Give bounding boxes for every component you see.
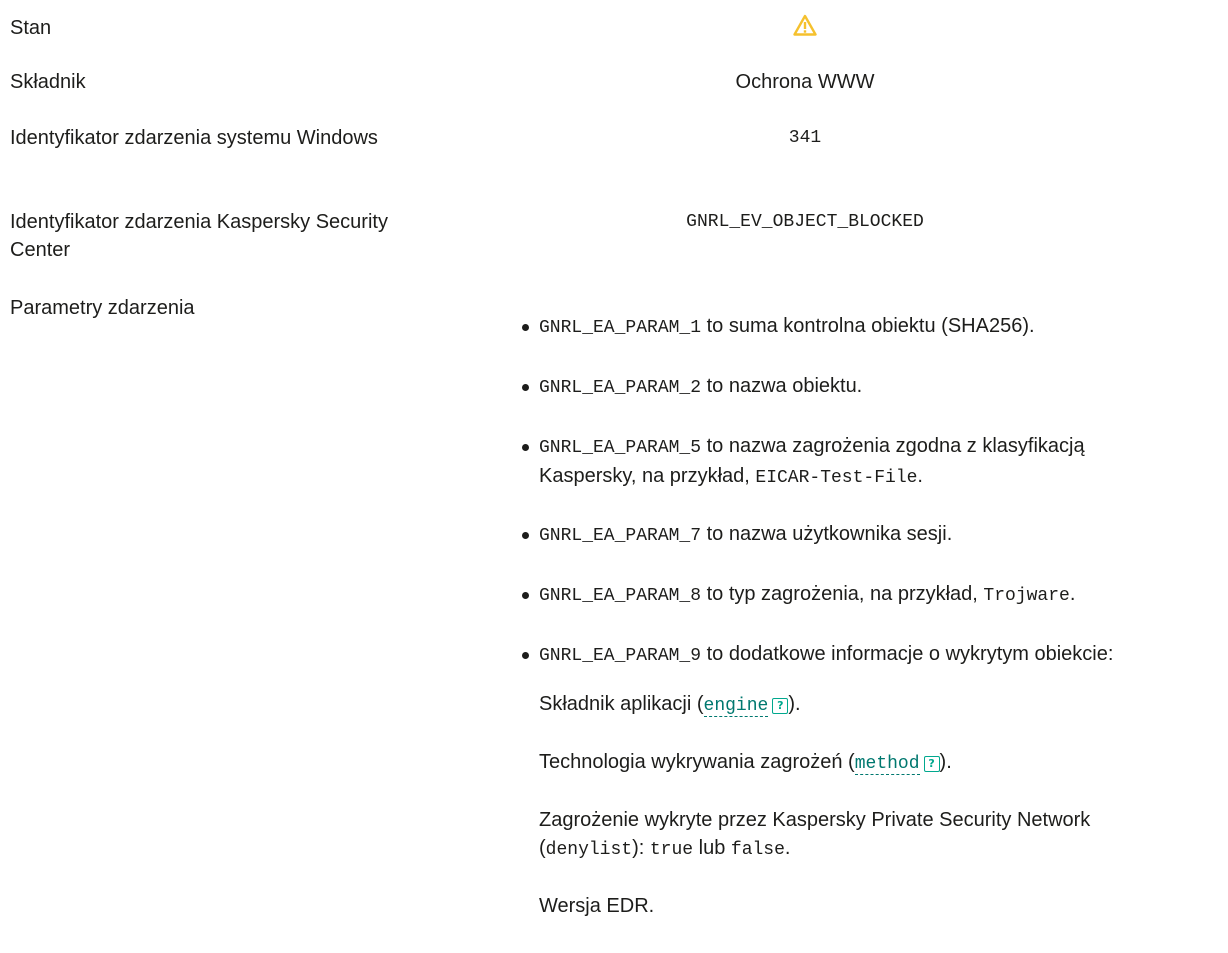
help-icon[interactable]: ? xyxy=(772,698,789,714)
method-link[interactable]: method xyxy=(854,754,920,775)
denylist-code: denylist xyxy=(545,840,633,860)
param-description-cont: Kaspersky, na przykład, xyxy=(539,465,756,487)
row-event-parameters: Parametry zdarzenia GNRL_EA_PARAM_1 to s… xyxy=(10,294,1220,944)
label-skladnik: Składnik xyxy=(10,71,86,93)
row-ksc-event-id: Identyfikator zdarzenia Kaspersky Securi… xyxy=(10,208,1220,264)
param-description: to nazwa zagrożenia zgodna z klasyfikacj… xyxy=(701,435,1085,457)
label-event-parameters: Parametry zdarzenia xyxy=(10,297,195,319)
true-value: true xyxy=(649,840,694,860)
bullet xyxy=(522,444,529,451)
param-description: to suma kontrolna obiektu (SHA256). xyxy=(701,315,1035,337)
param-code: GNRL_EA_PARAM_2 xyxy=(539,378,702,398)
help-icon[interactable]: ? xyxy=(923,756,940,772)
param-description: to dodatkowe informacje o wykrytym obiek… xyxy=(701,643,1114,665)
param-code: GNRL_EA_PARAM_7 xyxy=(539,526,702,546)
param-code: GNRL_EA_PARAM_8 xyxy=(539,586,702,606)
engine-link[interactable]: engine xyxy=(703,696,769,717)
engine-line: Składnik aplikacji (engine?). xyxy=(539,693,801,717)
edr-line: Wersja EDR. xyxy=(539,895,655,917)
label-stan: Stan xyxy=(10,17,52,39)
label-windows-event-id: Identyfikator zdarzenia systemu Windows xyxy=(10,127,378,149)
label-ksc-event-id: Identyfikator zdarzenia Kaspersky Securi… xyxy=(10,211,388,261)
param-code: GNRL_EA_PARAM_9 xyxy=(539,646,702,666)
method-line: Technologia wykrywania zagrożeń (method?… xyxy=(539,751,952,775)
value-skladnik: Ochrona WWW xyxy=(735,71,875,93)
row-stan: Stan xyxy=(10,14,1220,44)
false-value: false xyxy=(730,840,785,860)
param-code: GNRL_EA_PARAM_1 xyxy=(539,318,702,338)
bullet xyxy=(522,652,529,659)
param-code: GNRL_EA_PARAM_5 xyxy=(539,438,702,458)
bullet xyxy=(522,592,529,599)
row-windows-event-id: Identyfikator zdarzenia systemu Windows … xyxy=(10,124,1220,180)
row-skladnik: Składnik Ochrona WWW xyxy=(10,68,1220,98)
param-description: to nazwa użytkownika sesji. xyxy=(701,523,953,545)
param-description: to nazwa obiektu. xyxy=(701,375,863,397)
example-value: Trojware xyxy=(983,586,1070,606)
value-stan xyxy=(390,14,1220,44)
bullet xyxy=(522,324,529,331)
ksn-line: Zagrożenie wykryte przez Kaspersky Priva… xyxy=(539,809,1091,860)
list-item: GNRL_EA_PARAM_9 to dodatkowe informacje … xyxy=(522,640,1228,950)
value-windows-event-id: 341 xyxy=(788,128,822,148)
param-description: to typ zagrożenia, na przykład, xyxy=(701,583,984,605)
value-ksc-event-id: GNRL_EV_OBJECT_BLOCKED xyxy=(686,212,924,232)
bullet xyxy=(522,384,529,391)
warning-triangle-icon xyxy=(793,14,817,36)
example-value: EICAR-Test-File xyxy=(755,468,918,488)
bullet xyxy=(522,532,529,539)
